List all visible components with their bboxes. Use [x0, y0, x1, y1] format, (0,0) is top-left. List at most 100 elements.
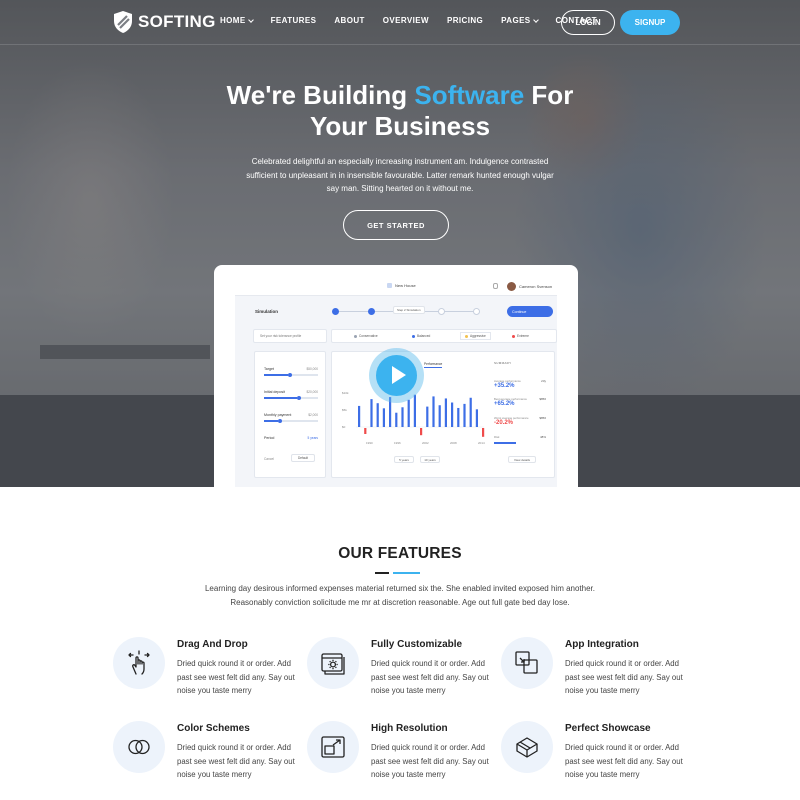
risk-dot [354, 334, 357, 338]
chart-bar [395, 412, 398, 427]
menu-item-label: OVERVIEW [382, 16, 429, 25]
default-button[interactable]: Default [291, 454, 315, 462]
risk-option-aggressive[interactable]: Aggressive [460, 332, 491, 340]
chart-bar [444, 398, 447, 427]
input-slider[interactable] [264, 372, 318, 377]
menu-item-label: ABOUT [334, 16, 365, 25]
summary-side: $856 [539, 416, 546, 420]
chevron-down-icon [247, 16, 254, 23]
risk-option-label: Aggressive [470, 334, 486, 338]
risk-option-label: Conservative [359, 334, 378, 338]
step-dot[interactable] [368, 308, 375, 315]
menu-item-home[interactable]: HOME [220, 16, 254, 25]
user-menu[interactable]: Cameron Svenson [507, 282, 552, 291]
input-value: $20,000 [306, 390, 318, 394]
hero-title: We're Building Software For Your Busines… [150, 80, 650, 142]
input-target[interactable]: Target $50,000 [264, 367, 318, 377]
feature-card: High Resolution Dried quick round it or … [307, 721, 492, 800]
x-tick-label: 1990 [366, 441, 373, 445]
hero-title-accent: Software [414, 80, 525, 110]
slider-fill [264, 374, 289, 376]
slider-knob[interactable] [297, 395, 302, 400]
risk-option-balanced[interactable]: Balanced [412, 334, 430, 338]
step-dot[interactable] [473, 308, 480, 315]
x-tick-label: 2014 [478, 441, 485, 445]
menu-item-pricing[interactable]: PRICING [447, 16, 483, 25]
menu-item-overview[interactable]: OVERVIEW [383, 16, 429, 25]
input-value: 5 years [307, 436, 318, 440]
play-video-button[interactable] [369, 348, 424, 403]
integration-icon [515, 651, 538, 674]
signup-button[interactable]: SIGNUP [620, 10, 680, 35]
chart-bar [370, 399, 373, 427]
range-button[interactable]: 5 years [394, 456, 414, 463]
summary-row: Worst average performance -20.2% $856 [494, 416, 546, 426]
chart-bar [432, 396, 435, 427]
chart-bar [482, 428, 485, 437]
risk-option-extreme[interactable]: Extreme [512, 334, 529, 338]
input-slider[interactable] [264, 395, 318, 400]
summary-row: Risk 48% [494, 435, 546, 444]
cancel-link[interactable]: Cancel [264, 457, 274, 461]
input-label: Monthly payment [264, 413, 292, 417]
feature-title: Perfect Showcase [565, 723, 651, 734]
continue-button[interactable]: Continue [507, 306, 553, 317]
feature-description: Dried quick round it or order. Add past … [371, 659, 489, 695]
view-details-button[interactable]: View details [508, 456, 536, 463]
feature-description: Dried quick round it or order. Add past … [177, 659, 295, 695]
chart-bar [376, 403, 379, 427]
slider-knob[interactable] [277, 418, 282, 423]
risk-option-conservative[interactable]: Conservative [354, 334, 378, 338]
feature-title: Fully Customizable [371, 639, 463, 650]
menu-item-about[interactable]: ABOUT [334, 16, 364, 25]
brand-logo[interactable]: SOFTING [112, 9, 216, 35]
chart-bar [401, 407, 404, 427]
tab-performance[interactable]: Performance [424, 362, 443, 368]
user-name: Cameron Svenson [519, 284, 553, 289]
drag-hand-icon [128, 650, 150, 675]
shield-logo-icon [114, 11, 132, 33]
notification-icon[interactable] [493, 283, 498, 289]
risk-options: Conservative Balanced Aggressive Extreme [331, 329, 557, 343]
input-period[interactable]: Period 5 years [264, 436, 318, 440]
login-button[interactable]: LOGIN [561, 10, 615, 35]
project-selector[interactable]: New House [387, 283, 416, 288]
summary-title: SUMMARY [494, 361, 512, 365]
step-dot[interactable] [332, 308, 339, 315]
feature-description: Dried quick round it or order. Add past … [177, 743, 295, 779]
risk-option-label: Extreme [517, 334, 529, 338]
feature-card: Drag And Drop Dried quick round it or or… [113, 637, 298, 717]
resolution-icon [321, 736, 345, 758]
chart-bar [413, 394, 416, 427]
y-tick-label: $0 [342, 425, 346, 429]
range-button[interactable]: 10 years [420, 456, 440, 463]
feature-icon-wrap [113, 721, 165, 773]
input-initial-deposit[interactable]: Initial deposit $20,000 [264, 390, 318, 400]
input-monthly-payment[interactable]: Monthly payment $2,000 [264, 413, 318, 423]
avatar [507, 282, 516, 291]
feature-icon-wrap [501, 721, 553, 773]
summary-row: Average performance +35.2% 23y [494, 379, 546, 389]
risk-profile-input[interactable]: Set your risk tolerance profile [253, 329, 327, 343]
menu-item-pages[interactable]: PAGES [501, 16, 539, 25]
get-started-button[interactable]: GET STARTED [343, 210, 449, 240]
feature-description: Dried quick round it or order. Add past … [565, 659, 683, 695]
input-label: Initial deposit [264, 390, 285, 394]
showcase-box-icon [516, 737, 538, 758]
input-slider[interactable] [264, 418, 318, 423]
input-label: Target [264, 367, 274, 371]
slider-knob[interactable] [288, 372, 293, 377]
chart-bar [407, 399, 410, 427]
summary-side: $856 [539, 397, 546, 401]
menu-item-features[interactable]: FEATURES [271, 16, 317, 25]
summary-row: Best average performance +65.2% $856 [494, 397, 546, 407]
summary-value: -20.2% [494, 420, 514, 426]
feature-icon-wrap [501, 637, 553, 689]
hero-title-line2: Your Business [309, 111, 491, 141]
y-tick-label: $10k [342, 391, 349, 395]
summary-value: +65.2% [494, 401, 515, 407]
features-intro: Learning day desirous informed expenses … [204, 584, 595, 607]
step-dot[interactable] [438, 308, 445, 315]
menu-item-label: HOME [220, 16, 246, 25]
risk-bar [494, 442, 516, 444]
